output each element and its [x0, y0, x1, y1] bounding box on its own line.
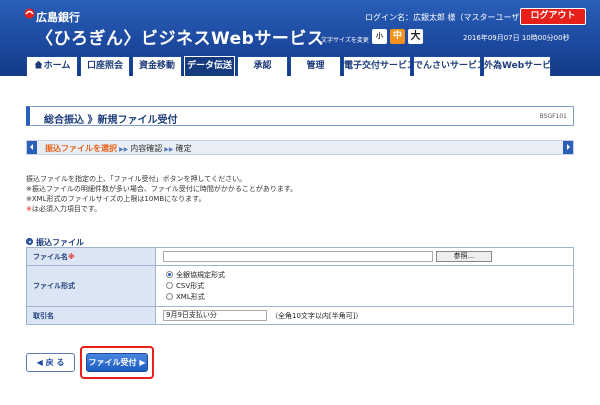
file-name-label-text: ファイル名 [33, 252, 68, 261]
step-finalize: 確定 [175, 144, 192, 153]
step-list: 振込ファイルを選択 ▶▶ 内容確認 ▶▶ 確定 [45, 143, 191, 154]
file-form-table: ファイル名※ 参照... ファイル形式 全銀協規定形式 CSV形式 XML形式 … [26, 247, 574, 325]
transaction-name-hint: （全角10文字以内[半角可]） [271, 311, 363, 320]
radio-csv[interactable] [166, 281, 173, 289]
format-option-label: 全銀協規定形式 [176, 270, 225, 279]
bank-name: 広島銀行 [36, 11, 80, 24]
format-option-label: XML形式 [176, 292, 205, 301]
nav-label: ホーム [43, 61, 71, 71]
steps-right-arrow-icon [563, 141, 573, 154]
main-nav: ホーム 口座照会 資金移動 データ伝送 承認 管理 電子交付サービス でんさいサ… [26, 56, 560, 76]
nav-account-inquiry[interactable]: 口座照会 [80, 56, 130, 76]
form-row-transaction-name: 取引名 9月9日支払い分 （全角10文字以内[半角可]） [26, 306, 574, 325]
chevron-right-icon: ▶ [139, 358, 146, 367]
screen-id: BSGF101 [539, 113, 567, 120]
step-confirm: 内容確認 [130, 144, 163, 153]
nav-approval[interactable]: 承認 [237, 56, 288, 76]
transaction-name-input[interactable]: 9月9日支払い分 [163, 310, 267, 321]
chevron-left-icon: ◀ [36, 358, 43, 367]
instruction-line: ※振込ファイルの明細件数が多い場合、ファイル受付に時間がかかることがあります。 [26, 185, 298, 193]
file-name-label: ファイル名※ [26, 247, 156, 266]
nav-forex-web[interactable]: 外為Webサービス [483, 56, 560, 76]
page-title: 総合振込 》新規ファイル受付 [44, 115, 178, 126]
form-row-file-name: ファイル名※ 参照... [26, 247, 574, 266]
logout-button[interactable]: ログアウト [520, 8, 586, 25]
step-separator-icon: ▶▶ [164, 146, 174, 153]
file-path-input[interactable] [163, 251, 433, 262]
instructions: 振込ファイルを指定の上、「ファイル受付」ボタンを押してください。 ※振込ファイル… [26, 174, 297, 214]
home-icon [34, 60, 43, 69]
instruction-line: 振込ファイルを指定の上、「ファイル受付」ボタンを押してください。 [26, 175, 247, 183]
instruction-line: ※XML形式のファイルサイズの上限は10MBになります。 [26, 195, 206, 203]
font-size-large-button[interactable]: 大 [408, 29, 423, 44]
nav-management[interactable]: 管理 [290, 56, 341, 76]
format-option[interactable]: XML形式 [166, 292, 573, 303]
nav-densai[interactable]: でんさいサービス [413, 56, 486, 76]
nav-data-transmission[interactable]: データ伝送 [184, 56, 235, 76]
section-bullet-icon [26, 238, 33, 245]
app-header: 広島銀行 〈ひろぎん〉ビジネスWebサービス ログイン名：広銀太郎 様（マスター… [0, 0, 600, 76]
steps-left-arrow-icon [27, 141, 37, 154]
transaction-name-cell: 9月9日支払い分 （全角10文字以内[半角可]） [155, 306, 574, 325]
transaction-name-label: 取引名 [26, 306, 156, 325]
back-button-label: 戻 る [45, 358, 65, 367]
instruction-line: ※は必須入力項目です。 [26, 204, 297, 214]
progress-steps: 振込ファイルを選択 ▶▶ 内容確認 ▶▶ 確定 [26, 140, 574, 155]
format-option-label: CSV形式 [176, 281, 205, 290]
submit-highlight-frame: ファイル受付 ▶ [80, 346, 154, 379]
file-name-cell: 参照... [155, 247, 574, 266]
font-size-label: 文字サイズを変更 [321, 37, 369, 44]
font-size-small-button[interactable]: 小 [372, 29, 387, 44]
font-size-medium-button[interactable]: 中 [390, 29, 405, 44]
file-format-label: ファイル形式 [26, 265, 156, 307]
file-accept-label: ファイル受付 [88, 358, 137, 367]
radio-xml[interactable] [166, 292, 173, 300]
file-format-cell: 全銀協規定形式 CSV形式 XML形式 [155, 265, 574, 307]
bank-logo-icon [24, 8, 35, 19]
file-accept-button[interactable]: ファイル受付 ▶ [86, 353, 148, 372]
form-row-file-format: ファイル形式 全銀協規定形式 CSV形式 XML形式 [26, 265, 574, 307]
nav-e-delivery[interactable]: 電子交付サービス [343, 56, 416, 76]
step-separator-icon: ▶▶ [119, 146, 129, 153]
instruction-text: は必須入力項目です。 [31, 205, 102, 213]
login-info: ログイン名：広銀太郎 様（マスターユーザ） [365, 13, 528, 22]
nav-home[interactable]: ホーム [26, 56, 78, 76]
required-mark: ※ [68, 252, 75, 261]
radio-zengin-checked[interactable] [166, 270, 173, 278]
app-title: 〈ひろぎん〉ビジネスWebサービス [36, 29, 325, 49]
format-option[interactable]: 全銀協規定形式 [166, 270, 573, 281]
step-current: 振込ファイルを選択 [45, 144, 117, 153]
section-heading-text: 振込ファイル [36, 238, 84, 247]
current-datetime: 2016年09月07日 10時00分00秒 [463, 34, 570, 42]
nav-fund-transfer[interactable]: 資金移動 [132, 56, 182, 76]
format-option[interactable]: CSV形式 [166, 281, 573, 292]
page-title-box: 総合振込 》新規ファイル受付 BSGF101 [26, 106, 574, 126]
browse-button[interactable]: 参照... [436, 251, 492, 262]
back-button[interactable]: ◀ 戻 る [26, 353, 75, 372]
